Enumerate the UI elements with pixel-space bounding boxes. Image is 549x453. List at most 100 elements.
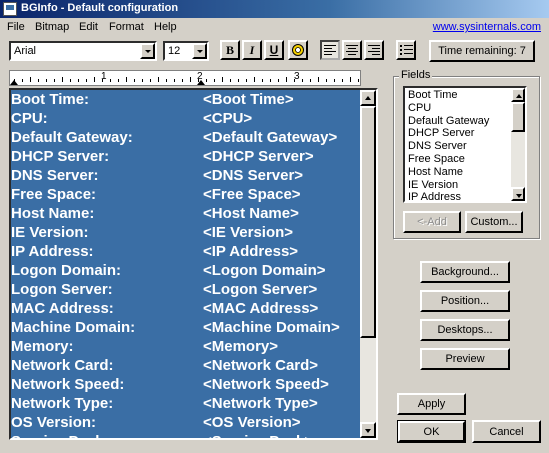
ruler-tick	[230, 79, 231, 82]
custom-field-button[interactable]: Custom...	[465, 211, 523, 233]
info-editor[interactable]: Boot Time: <Boot Time> CPU: <CPU> Default Ga…	[9, 88, 378, 440]
add-field-button[interactable]: <-Add	[403, 211, 461, 233]
ruler-tick	[174, 79, 175, 82]
menu-bar: File Bitmap Edit Format Help www.sysinte…	[0, 18, 549, 36]
fields-list-item[interactable]: DHCP Server	[408, 127, 474, 140]
bullet-list-icon	[399, 44, 413, 55]
desktops-button[interactable]: Desktops...	[420, 319, 510, 341]
fields-list-item[interactable]: IP Address	[408, 191, 461, 201]
field-placeholder: <IE Version>	[203, 224, 294, 241]
title-bar: BGInfo - Default configuration	[0, 0, 549, 18]
field-placeholder: <DNS Server>	[203, 167, 304, 184]
ruler-tick	[198, 79, 199, 82]
cancel-button[interactable]: Cancel	[472, 420, 541, 443]
font-dropdown-arrow-icon[interactable]	[140, 43, 155, 59]
ruler-tick	[110, 79, 111, 82]
ruler-tick	[246, 79, 247, 82]
field-placeholder: <CPU>	[203, 110, 253, 127]
ruler-tick	[190, 77, 191, 82]
field-placeholder: <OS Version>	[203, 414, 301, 431]
ruler-tick	[222, 77, 223, 82]
position-button[interactable]: Position...	[420, 290, 510, 312]
scroll-down-icon[interactable]	[511, 187, 525, 201]
fields-list-item[interactable]: DNS Server	[408, 140, 467, 153]
field-label: IE Version:	[11, 224, 89, 241]
field-label: Machine Domain:	[11, 319, 136, 336]
size-dropdown-arrow-icon[interactable]	[192, 43, 207, 59]
ruler-tick	[358, 79, 359, 82]
italic-button[interactable]: I	[242, 40, 262, 60]
font-name-combo[interactable]: Arial	[9, 41, 157, 61]
ruler-tick	[262, 79, 263, 82]
apply-button[interactable]: Apply	[397, 393, 466, 415]
time-remaining-button[interactable]: Time remaining: 7	[429, 40, 535, 62]
fields-list-item[interactable]: Host Name	[408, 166, 463, 179]
scroll-thumb[interactable]	[360, 106, 376, 338]
menu-help[interactable]: Help	[154, 21, 177, 33]
fields-list-item[interactable]: IE Version	[408, 179, 458, 192]
background-button[interactable]: Background...	[420, 261, 510, 283]
bold-button[interactable]: B	[220, 40, 240, 60]
fields-list-item[interactable]: CPU	[408, 102, 431, 115]
ruler-tick	[142, 79, 143, 82]
fields-list-item[interactable]: Free Space	[408, 153, 465, 166]
ruler-tick	[286, 77, 287, 82]
fields-group-title: Fields	[399, 69, 433, 81]
underline-button[interactable]: U	[264, 40, 284, 60]
fields-scrollbar[interactable]	[511, 88, 525, 201]
field-placeholder: <MAC Address>	[203, 300, 319, 317]
ruler-tick	[334, 79, 335, 82]
ruler-tick	[62, 77, 63, 82]
scroll-up-icon[interactable]	[511, 88, 525, 102]
ruler-tick	[14, 79, 15, 82]
app-icon	[3, 2, 17, 16]
field-label: Logon Server:	[11, 281, 113, 298]
menu-edit[interactable]: Edit	[79, 21, 98, 33]
field-label: Network Card:	[11, 357, 114, 374]
font-size-combo[interactable]: 12	[163, 41, 209, 61]
field-label: Service Pack:	[11, 433, 109, 438]
fields-list-item[interactable]: Default Gateway	[408, 115, 489, 128]
field-placeholder: <Free Space>	[203, 186, 301, 203]
ruler-tick	[342, 79, 343, 82]
field-placeholder: <Logon Server>	[203, 281, 318, 298]
ruler-tick	[182, 79, 183, 82]
field-label: OS Version:	[11, 414, 97, 431]
ruler-tick	[318, 77, 319, 82]
scroll-thumb[interactable]	[511, 102, 525, 132]
menu-format[interactable]: Format	[109, 21, 144, 33]
ruler-tick	[126, 77, 127, 82]
scroll-up-icon[interactable]	[360, 90, 376, 106]
align-left-button[interactable]	[320, 40, 340, 60]
field-placeholder: <Memory>	[203, 338, 279, 355]
fields-list-item[interactable]: Boot Time	[408, 89, 458, 102]
image-icon	[292, 44, 304, 56]
field-placeholder: <Host Name>	[203, 205, 299, 222]
editor-selection[interactable]: Boot Time: <Boot Time> CPU: <CPU> Default Ga…	[11, 90, 362, 438]
bullets-button[interactable]	[396, 40, 416, 60]
field-label: Network Type:	[11, 395, 114, 412]
field-label: DNS Server:	[11, 167, 99, 184]
field-placeholder: <Network Speed>	[203, 376, 329, 393]
ruler: 1 2 3	[9, 70, 361, 86]
align-right-button[interactable]	[364, 40, 384, 60]
align-center-button[interactable]	[342, 40, 362, 60]
fields-list[interactable]: Boot Time CPU Default Gateway DHCP Server DN…	[403, 86, 527, 203]
scroll-down-icon[interactable]	[360, 422, 376, 438]
menu-file[interactable]: File	[7, 21, 25, 33]
ruler-tick	[46, 79, 47, 82]
ok-button[interactable]: OK	[397, 420, 466, 443]
preview-button[interactable]: Preview	[420, 348, 510, 370]
ruler-tick	[238, 79, 239, 82]
ruler-tick	[38, 79, 39, 82]
ruler-tick	[254, 77, 255, 82]
field-label: IP Address:	[11, 243, 94, 260]
field-label: Host Name:	[11, 205, 95, 222]
insert-image-button[interactable]	[288, 40, 308, 60]
field-label: Free Space:	[11, 186, 97, 203]
field-label: CPU:	[11, 110, 48, 127]
ruler-tick	[206, 79, 207, 82]
sysinternals-link[interactable]: www.sysinternals.com	[433, 21, 541, 33]
menu-bitmap[interactable]: Bitmap	[35, 21, 69, 33]
editor-scrollbar[interactable]	[360, 90, 376, 438]
